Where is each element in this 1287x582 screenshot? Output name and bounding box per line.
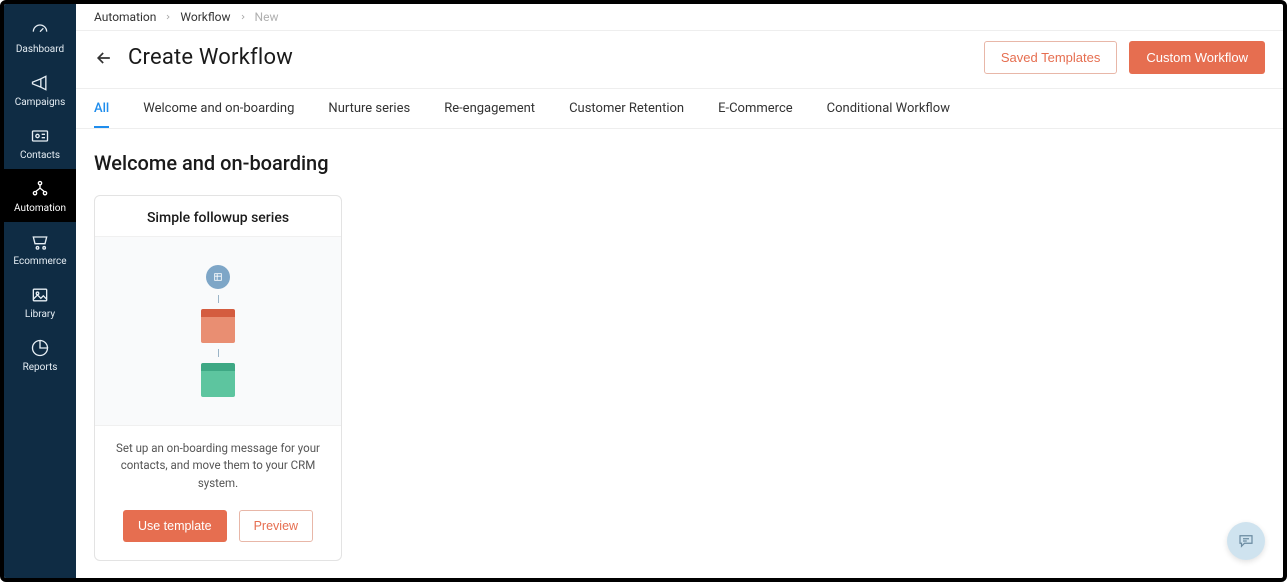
custom-workflow-button[interactable]: Custom Workflow (1129, 41, 1265, 74)
breadcrumb-item: New (255, 10, 279, 24)
sidebar-item-label: Contacts (20, 150, 60, 161)
flow-action-node-icon (201, 363, 235, 397)
sidebar-item-ecommerce[interactable]: Ecommerce (4, 222, 76, 275)
flow-connector-icon (218, 295, 219, 303)
tab-all[interactable]: All (94, 89, 109, 128)
tab-ecommerce[interactable]: E-Commerce (718, 89, 793, 128)
gauge-icon (30, 20, 50, 40)
flow-condition-node-icon (201, 309, 235, 343)
page-title: Create Workflow (128, 45, 293, 70)
use-template-button[interactable]: Use template (123, 510, 227, 542)
help-chat-button[interactable] (1227, 522, 1265, 560)
sidebar-item-dashboard[interactable]: Dashboard (4, 10, 76, 63)
main-content: Automation Workflow New Create Workflow … (76, 4, 1283, 578)
sidebar-item-automation[interactable]: Automation (4, 169, 76, 222)
tab-customer-retention[interactable]: Customer Retention (569, 89, 684, 128)
template-card-title: Simple followup series (105, 210, 331, 226)
sidebar-item-label: Library (25, 309, 55, 320)
sidebar-item-contacts[interactable]: Contacts (4, 116, 76, 169)
template-card-illustration (95, 236, 341, 426)
page-header: Create Workflow Saved Templates Custom W… (76, 31, 1283, 89)
cart-icon (30, 232, 50, 252)
workflow-icon (30, 179, 50, 199)
saved-templates-button[interactable]: Saved Templates (984, 41, 1118, 74)
template-card: Simple followup series S (94, 195, 342, 561)
preview-button[interactable]: Preview (239, 510, 313, 542)
sidebar-item-library[interactable]: Library (4, 275, 76, 328)
template-card-description: Set up an on-boarding message for your c… (95, 426, 341, 496)
sidebar: Dashboard Campaigns Contacts Automation … (4, 4, 76, 578)
breadcrumb-item[interactable]: Workflow (180, 10, 230, 24)
chevron-right-icon (164, 13, 172, 21)
flow-connector-icon (218, 349, 219, 357)
sidebar-item-label: Ecommerce (13, 256, 66, 267)
breadcrumb: Automation Workflow New (76, 4, 1283, 31)
sidebar-item-label: Dashboard (16, 44, 64, 55)
back-arrow-icon[interactable] (94, 48, 114, 68)
tab-re-engagement[interactable]: Re-engagement (444, 89, 535, 128)
chat-icon (1237, 532, 1255, 550)
megaphone-icon (30, 73, 50, 93)
pie-chart-icon (30, 338, 50, 358)
content-area: Welcome and on-boarding Simple followup … (76, 129, 1283, 582)
sidebar-item-label: Automation (14, 203, 66, 214)
chevron-right-icon (239, 13, 247, 21)
section-title: Welcome and on-boarding (94, 151, 1265, 175)
tab-conditional-workflow[interactable]: Conditional Workflow (827, 89, 950, 128)
breadcrumb-item[interactable]: Automation (94, 10, 156, 24)
sidebar-item-label: Reports (23, 362, 58, 373)
tab-nurture-series[interactable]: Nurture series (328, 89, 410, 128)
tabs: All Welcome and on-boarding Nurture seri… (76, 89, 1283, 129)
sidebar-item-label: Campaigns (15, 97, 66, 108)
sidebar-item-campaigns[interactable]: Campaigns (4, 63, 76, 116)
tab-welcome-onboarding[interactable]: Welcome and on-boarding (143, 89, 294, 128)
flow-start-node-icon (206, 265, 230, 289)
sidebar-item-reports[interactable]: Reports (4, 328, 76, 381)
id-card-icon (30, 126, 50, 146)
image-icon (30, 285, 50, 305)
